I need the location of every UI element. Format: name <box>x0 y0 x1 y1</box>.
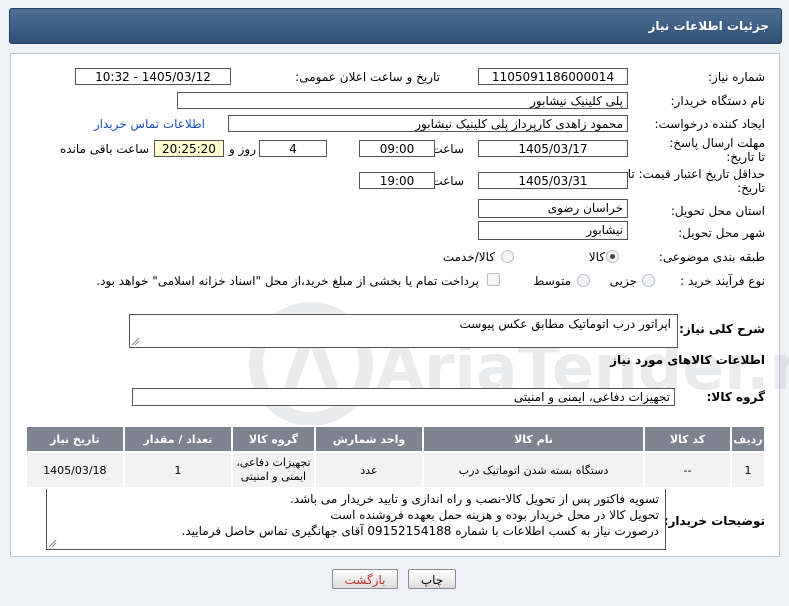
city-field: نیشابور <box>478 221 628 240</box>
summary-textarea[interactable]: اپراتور درب اتوماتیک مطابق عکس پیوست <box>129 314 678 348</box>
requester-label: ایجاد کننده درخواست: <box>654 117 765 131</box>
cell-code: -- <box>642 451 733 489</box>
page-header: جزئیات اطلاعات نیاز <box>9 8 782 44</box>
buyer-note-line: درصورت نیاز به کسب اطلاعات با شماره 0915… <box>181 524 659 538</box>
announce-field: 1405/03/12 - 10:32 <box>75 68 231 85</box>
need-number-field: 1105091186000014 <box>478 68 628 85</box>
print-button[interactable]: چاپ <box>408 569 456 589</box>
province-label: استان محل تحویل: <box>670 204 765 218</box>
deadline-time-field: 09:00 <box>359 140 435 157</box>
cell-qty: 1 <box>122 451 234 489</box>
validity-label: حداقل تاریخ اعتبار قیمت: تا تاریخ: <box>627 167 765 195</box>
cell-row: 1 <box>730 451 766 489</box>
cell-date: 1405/03/18 <box>25 451 125 489</box>
process-medium-radio[interactable] <box>577 274 590 287</box>
category-goods-service-radio[interactable] <box>501 250 514 263</box>
validity-time-field: 19:00 <box>359 172 435 189</box>
process-medium-label: متوسط <box>533 274 571 288</box>
remaining-time-field: 20:25:20 <box>154 140 224 157</box>
requester-field: محمود زاهدی کارپرداز پلی کلینیک نیشابور <box>228 115 628 132</box>
city-label: شهر محل تحویل: <box>678 226 765 240</box>
announce-label: تاریخ و ساعت اعلان عمومی: <box>295 70 440 84</box>
need-number-label: شماره نیاز: <box>708 70 765 84</box>
process-label: نوع فرآیند خرید : <box>680 274 765 288</box>
summary-label: شرح کلی نیاز: <box>679 322 765 336</box>
page-title: جزئیات اطلاعات نیاز <box>648 19 769 33</box>
goods-info-title: اطلاعات کالاهای مورد نیاز <box>610 353 765 367</box>
resize-grip-icon[interactable] <box>131 337 140 346</box>
col-name: نام کالا <box>422 425 645 453</box>
goods-group-field: تجهیزات دفاعی، ایمنی و امنیتی <box>132 388 675 406</box>
col-group: گروه کالا <box>231 425 316 453</box>
deadline-label: مهلت ارسال پاسخ: تا تاریخ: <box>669 136 765 164</box>
col-code: کد کالا <box>642 425 733 453</box>
category-goods-radio[interactable] <box>606 250 619 263</box>
buyer-notes-textarea[interactable]: تسویه فاکتور پس از تحویل کالا-نصب و راه … <box>46 488 666 550</box>
province-field: خراسان رضوی <box>478 199 628 218</box>
deadline-date-field: 1405/03/17 <box>478 140 628 157</box>
cell-group: تجهیزات دفاعی، ایمنی و امنیتی <box>231 451 316 489</box>
summary-text: اپراتور درب اتوماتیک مطابق عکس پیوست <box>459 317 672 331</box>
back-button[interactable]: بازگشت <box>332 569 398 589</box>
col-row: ردیف <box>730 425 766 453</box>
buyer-notes-label: توضیحات خریدار: <box>663 514 765 528</box>
process-partial-radio[interactable] <box>642 274 655 287</box>
items-table: ردیف کد کالا نام کالا واحد شمارش گروه کا… <box>25 425 766 489</box>
validity-time-label: ساعت <box>431 174 464 188</box>
category-label: طبقه بندی موضوعی: <box>658 250 765 264</box>
buyer-org-label: نام دستگاه خریدار: <box>670 94 766 108</box>
validity-date-field: 1405/03/31 <box>478 172 628 189</box>
remaining-label: ساعت باقی مانده <box>59 142 149 156</box>
treasury-payment-note: پرداخت تمام یا بخشی از مبلغ خرید،از محل … <box>96 274 479 288</box>
deadline-time-label: ساعت <box>431 142 464 156</box>
days-label: روز و <box>229 142 256 156</box>
buyer-org-field: پلی کلینیک نیشابور <box>177 92 628 109</box>
category-goods-service-label: کالا/خدمت <box>442 250 495 264</box>
col-unit: واحد شمارش <box>313 425 425 453</box>
col-qty: تعداد / مقدار <box>122 425 234 453</box>
buyer-contact-link[interactable]: اطلاعات تماس خریدار <box>94 117 205 131</box>
days-field: 4 <box>259 140 327 157</box>
cell-name: دستگاه بسته شدن اتوماتیک درب <box>422 451 645 489</box>
table-row[interactable]: 1 -- دستگاه بسته شدن اتوماتیک درب عدد تج… <box>25 451 766 489</box>
buyer-note-line: تحویل کالا در محل خریدار بوده و هزینه حم… <box>330 508 659 522</box>
resize-grip-icon[interactable] <box>48 539 57 548</box>
buyer-note-line: تسویه فاکتور پس از تحویل کالا-نصب و راه … <box>289 492 659 506</box>
process-partial-label: جزیی <box>609 274 637 288</box>
table-header-row: ردیف کد کالا نام کالا واحد شمارش گروه کا… <box>25 425 766 453</box>
col-date: تاریخ نیاز <box>25 425 125 453</box>
cell-unit: عدد <box>313 451 425 489</box>
category-goods-label: کالا <box>588 250 605 264</box>
treasury-payment-checkbox[interactable] <box>487 273 500 286</box>
goods-group-label: گروه کالا: <box>706 390 765 404</box>
